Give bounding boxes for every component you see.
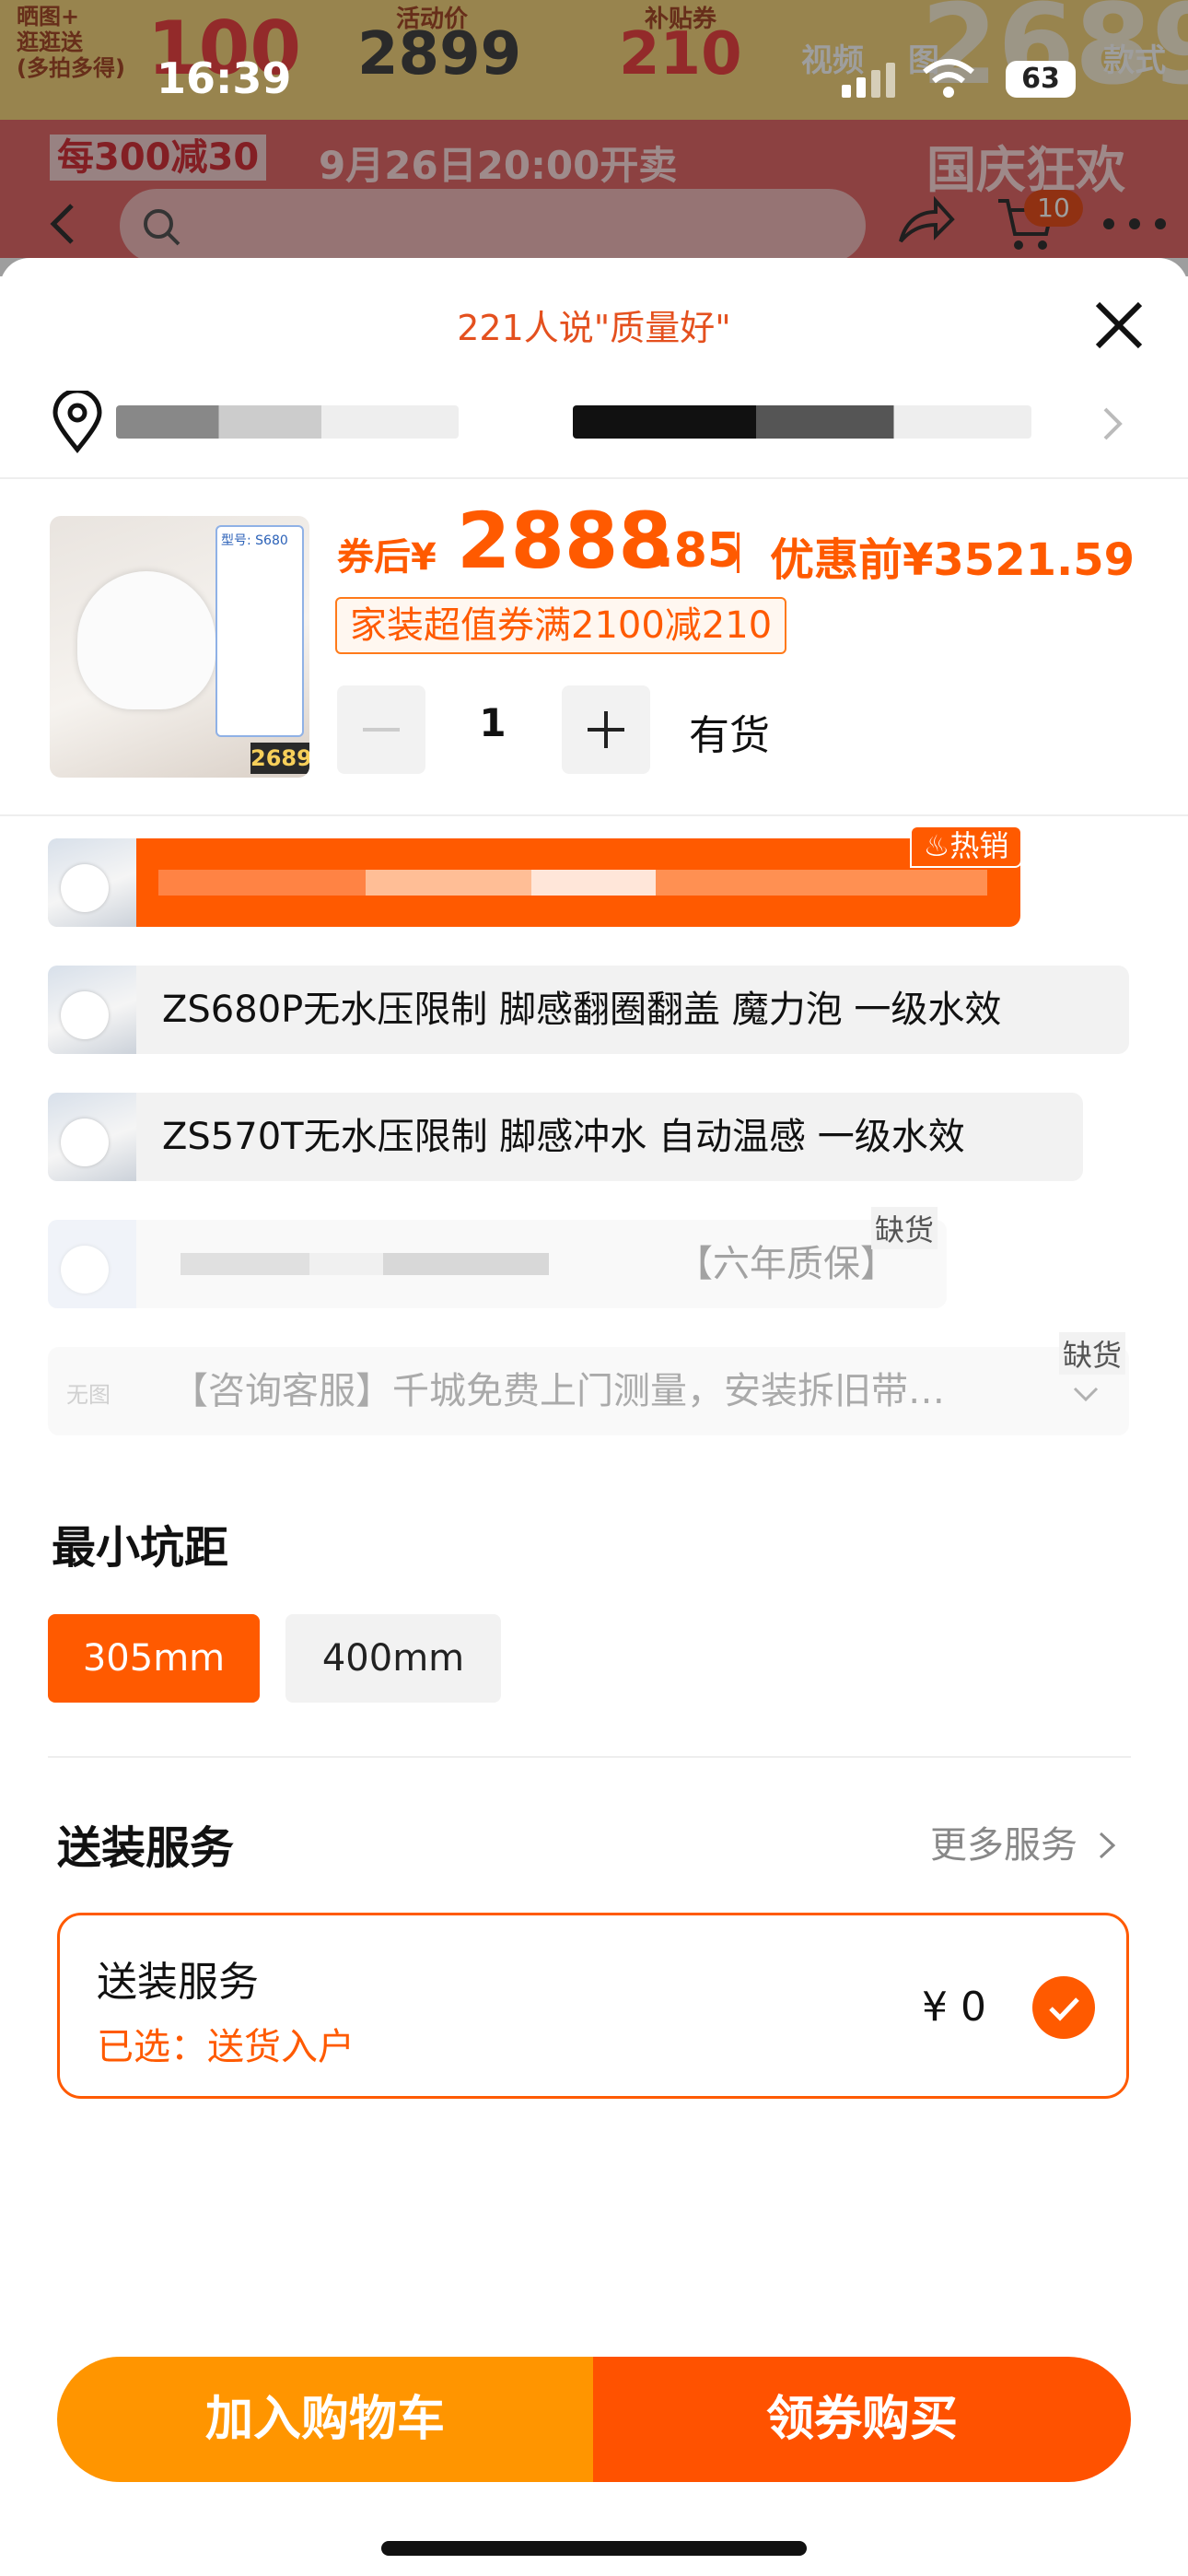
variant-option-2[interactable]: ZS680P无水压限制 脚感翻圈翻盖 魔力泡 一级水效 [48, 966, 1129, 1054]
address-redacted-2 [573, 405, 1031, 439]
out-of-stock-tag: 缺货 [871, 1207, 938, 1249]
battery-indicator: 63 [1006, 61, 1076, 98]
address-redacted-1 [116, 405, 459, 439]
sheet-title: 221人说"质量好" [457, 308, 731, 348]
price-separator [737, 533, 740, 573]
product-thumbnail[interactable]: 型号: S680 2689 [50, 516, 309, 778]
size-option-400[interactable]: 400mm [285, 1614, 501, 1703]
variant-text-redacted [181, 1253, 549, 1275]
chevron-right-icon [1103, 407, 1123, 440]
coupon-tag: 家装超值券满2100减210 [335, 597, 787, 654]
minus-icon [363, 728, 400, 732]
divider [48, 1756, 1131, 1758]
more-services-label: 更多服务 [930, 1824, 1077, 1867]
no-image-placeholder: 无图 [66, 1382, 111, 1408]
hot-sale-text: 热销 [949, 828, 1009, 863]
checkmark-icon[interactable] [1032, 1976, 1095, 2039]
after-coupon-label: 券后¥ [337, 536, 437, 579]
variant-option-3[interactable]: ZS570T无水压限制 脚感冲水 自动温感 一级水效 [48, 1093, 1083, 1181]
variant-text-redacted [158, 870, 987, 896]
thumbnail-price: 2689 [250, 743, 309, 774]
address-row[interactable] [0, 378, 1188, 479]
hot-sale-badge: ♨热销 [910, 825, 1022, 868]
location-pin-icon [52, 391, 102, 453]
service-price: ¥ 0 [922, 1984, 986, 2031]
background-dim-overlay [0, 0, 1188, 276]
price-integer: 2888 [457, 496, 672, 586]
size-option-305[interactable]: 305mm [48, 1614, 260, 1703]
price-decimal: .85 [656, 523, 741, 579]
close-icon[interactable] [1087, 293, 1151, 357]
toilet-image [77, 571, 215, 709]
service-selected-text: 已选：送货入户 [97, 2026, 355, 2068]
variant-text: ZS570T无水压限制 脚感冲水 自动温感 一级水效 [162, 1116, 965, 1158]
chevron-down-icon[interactable] [1072, 1386, 1100, 1404]
chevron-right-icon [1099, 1832, 1115, 1859]
out-of-stock-tag: 缺货 [1059, 1332, 1126, 1375]
service-section-title: 送装服务 [57, 1822, 235, 1874]
quantity-value[interactable]: 1 [460, 700, 525, 745]
signal-icon [842, 63, 895, 98]
stock-status: 有货 [689, 712, 770, 759]
coupon-buy-button[interactable]: 领券购买 [593, 2357, 1131, 2482]
variant-text: ZS680P无水压限制 脚感翻圈翻盖 魔力泡 一级水效 [162, 989, 1002, 1031]
plus-icon [588, 711, 624, 748]
variant-option-5[interactable]: 无图 【咨询客服】千城免费上门测量，安装拆旧带… [48, 1347, 1129, 1435]
spec-card: 型号: S680 [215, 525, 304, 737]
variant-option-4[interactable]: 【六年质保】 [48, 1220, 947, 1308]
service-name: 送装服务 [97, 1959, 259, 2006]
divider [0, 477, 1188, 479]
variant-thumbnail [48, 1093, 136, 1181]
qty-minus-button[interactable] [337, 685, 425, 774]
variant-text: 【六年质保】 [676, 1243, 897, 1285]
home-indicator[interactable] [381, 2541, 807, 2556]
flame-icon: ♨ [923, 828, 950, 863]
qty-plus-button[interactable] [562, 685, 650, 774]
variant-option-1[interactable] [48, 838, 1020, 927]
variant-text: 【咨询客服】千城免费上门测量，安装拆旧带… [171, 1370, 945, 1412]
size-section-title: 最小坑距 [52, 1522, 229, 1574]
more-services-link[interactable]: 更多服务 [930, 1815, 1117, 1868]
variant-thumbnail [48, 838, 136, 927]
status-time: 16:39 [157, 53, 292, 103]
original-price: 优惠前¥3521.59 [770, 534, 1136, 586]
variant-thumbnail [48, 1220, 136, 1308]
divider [0, 814, 1188, 816]
wifi-icon [923, 59, 974, 98]
variant-thumbnail [48, 966, 136, 1054]
add-to-cart-button[interactable]: 加入购物车 [57, 2357, 593, 2482]
service-card-delivery[interactable]: 送装服务 已选：送货入户 ¥ 0 [57, 1913, 1129, 2099]
